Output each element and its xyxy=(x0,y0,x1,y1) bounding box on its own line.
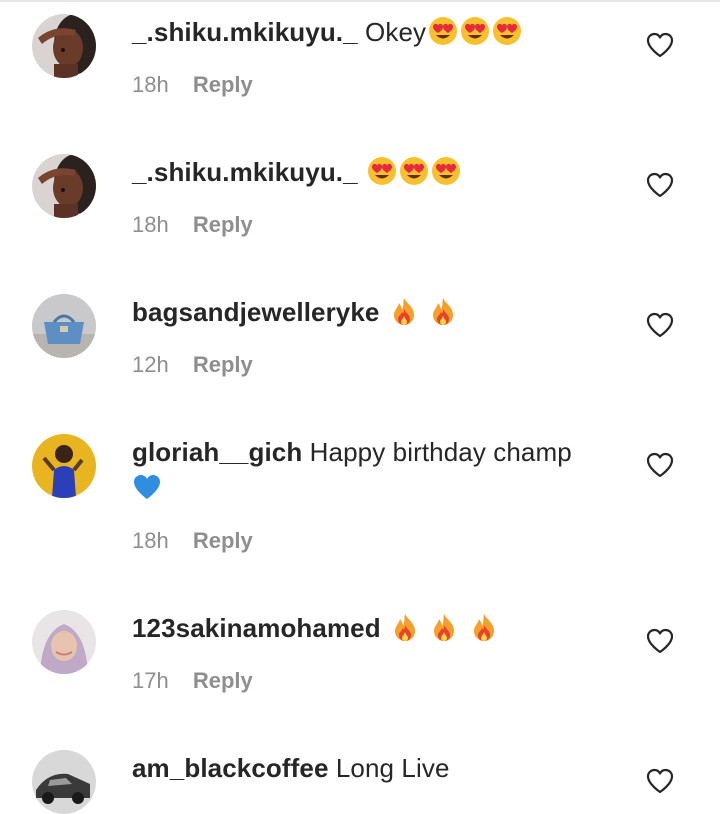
avatar[interactable] xyxy=(32,750,96,814)
comment-meta: 18h Reply xyxy=(132,528,612,554)
comment-meta: 17h Reply xyxy=(132,668,612,694)
avatar-image xyxy=(32,610,96,674)
reply-button[interactable]: Reply xyxy=(193,352,253,377)
comment-text: 123sakinamohamed xyxy=(132,610,612,646)
comment-username[interactable]: _.shiku.mkikuyu._ xyxy=(132,17,358,47)
comment-text-line-2 xyxy=(132,470,612,506)
heart-eyes-emoji-icon xyxy=(367,156,397,186)
heart-eyes-emoji-icon xyxy=(492,16,522,46)
comment-username[interactable]: am_blackcoffee xyxy=(132,753,329,783)
fire-emoji-icon xyxy=(429,612,459,642)
fire-emoji-icon xyxy=(469,612,499,642)
heart-eyes-emoji-icon xyxy=(431,156,461,186)
avatar[interactable] xyxy=(32,434,96,498)
avatar[interactable] xyxy=(32,610,96,674)
reply-button[interactable]: Reply xyxy=(193,72,253,97)
heart-outline-icon[interactable] xyxy=(646,628,674,654)
avatar[interactable] xyxy=(32,294,96,358)
comment-meta: 18h Reply xyxy=(132,72,612,98)
comment-text: bagsandjewelleryke xyxy=(132,294,612,330)
avatar-image xyxy=(32,750,96,814)
avatar-image xyxy=(32,434,96,498)
avatar[interactable] xyxy=(32,14,96,78)
comment-timestamp: 18h xyxy=(132,212,169,237)
comment-text: _.shiku.mkikuyu._ xyxy=(132,154,612,190)
blue-heart-emoji-icon xyxy=(132,472,162,502)
heart-outline-icon[interactable] xyxy=(646,172,674,198)
reply-button[interactable]: Reply xyxy=(193,528,253,553)
heart-eyes-emoji-icon xyxy=(399,156,429,186)
top-divider xyxy=(0,0,720,2)
comment-message: Okey xyxy=(365,17,427,47)
heart-outline-icon[interactable] xyxy=(646,452,674,478)
comment-username[interactable]: _.shiku.mkikuyu._ xyxy=(132,157,358,187)
comment-timestamp: 18h xyxy=(132,528,169,553)
reply-button[interactable]: Reply xyxy=(193,212,253,237)
avatar-image xyxy=(32,154,96,218)
comment-text: gloriah__gich Happy birthday champ xyxy=(132,434,612,470)
comment-timestamp: 18h xyxy=(132,72,169,97)
comment-text: _.shiku.mkikuyu._ Okey xyxy=(132,14,612,50)
avatar-image xyxy=(32,294,96,358)
heart-outline-icon[interactable] xyxy=(646,32,674,58)
comment-timestamp: 12h xyxy=(132,352,169,377)
comment-meta: 12h Reply xyxy=(132,352,612,378)
comment-message: Long Live xyxy=(335,753,450,783)
comment-username[interactable]: bagsandjewelleryke xyxy=(132,297,379,327)
comment-timestamp: 17h xyxy=(132,668,169,693)
comment-meta: 18h Reply xyxy=(132,212,612,238)
comment-message: Happy birthday champ xyxy=(309,437,572,467)
heart-eyes-emoji-icon xyxy=(428,16,458,46)
comment-username[interactable]: gloriah__gich xyxy=(132,437,302,467)
comment-username[interactable]: 123sakinamohamed xyxy=(132,613,381,643)
fire-emoji-icon xyxy=(390,612,420,642)
reply-button[interactable]: Reply xyxy=(193,668,253,693)
heart-outline-icon[interactable] xyxy=(646,312,674,338)
heart-eyes-emoji-icon xyxy=(460,16,490,46)
fire-emoji-icon xyxy=(389,296,419,326)
comment-text: am_blackcoffee Long Live xyxy=(132,750,612,786)
fire-emoji-icon xyxy=(428,296,458,326)
avatar[interactable] xyxy=(32,154,96,218)
avatar-image xyxy=(32,14,96,78)
heart-outline-icon[interactable] xyxy=(646,768,674,794)
